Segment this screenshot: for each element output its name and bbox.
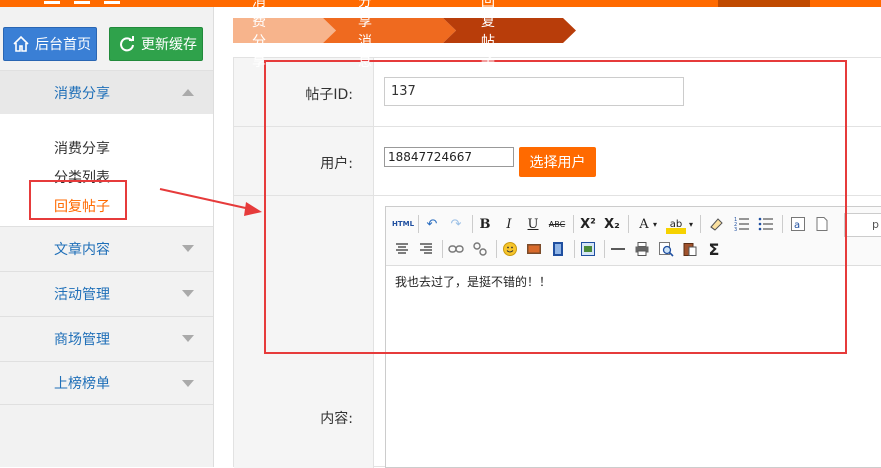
sidebar-section-label: 文章内容 (54, 241, 110, 258)
content-label: 内容: (320, 411, 353, 427)
breadcrumb-item-current: 回复帖子 (481, 0, 495, 70)
top-bar-accent (718, 0, 810, 7)
sidebar-section-malls[interactable]: 商场管理 (0, 316, 213, 360)
site-logo (44, 0, 164, 4)
refresh-cache-label: 更新缓存 (141, 37, 197, 53)
sidebar-section-activities[interactable]: 活动管理 (0, 271, 213, 315)
breadcrumb-item[interactable]: 分享消息 (358, 0, 372, 70)
top-bar (0, 0, 881, 7)
admin-home-button[interactable]: 后台首页 (3, 27, 97, 61)
chevron-down-icon (182, 335, 194, 342)
chevron-up-icon (182, 89, 194, 96)
chevron-down-icon (182, 379, 194, 387)
refresh-icon (118, 35, 136, 53)
annotation-arrow (159, 188, 262, 216)
sidebar-section-label: 消费分享 (54, 85, 110, 102)
font-size-select[interactable]: p (844, 213, 881, 237)
sidebar-item-consumption-share[interactable]: 消费分享 (54, 138, 110, 158)
breadcrumb-item[interactable]: 消费分享 (252, 0, 266, 70)
sidebar-section-consumption-share[interactable]: 消费分享 (0, 70, 213, 114)
refresh-cache-button[interactable]: 更新缓存 (109, 27, 203, 61)
annotation-highlight-box (29, 180, 127, 220)
annotation-highlight-box (264, 60, 847, 354)
chevron-down-icon (182, 245, 194, 252)
sidebar-section-label: 商场管理 (54, 331, 110, 348)
sidebar-section-label: 活动管理 (54, 286, 110, 303)
sidebar-section-rankings[interactable]: 上榜榜单 (0, 361, 213, 405)
admin-home-label: 后台首页 (35, 37, 91, 53)
chevron-down-icon (182, 290, 194, 297)
sidebar: 后台首页 更新缓存 消费分享 消费分享 分类列表 回复帖子 文章内容 活动管理 … (0, 7, 214, 467)
home-icon (12, 35, 30, 53)
sidebar-section-articles[interactable]: 文章内容 (0, 226, 213, 270)
sidebar-section-label: 上榜榜单 (54, 376, 110, 392)
